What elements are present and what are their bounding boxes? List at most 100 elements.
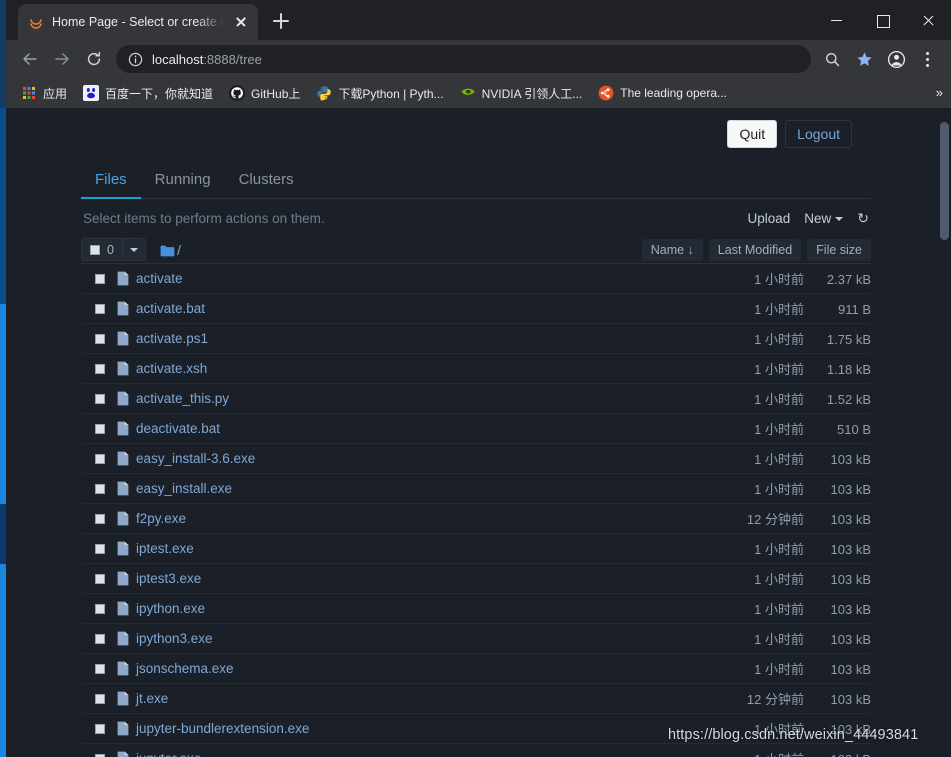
bookmark-github[interactable]: GitHub上 [222, 82, 307, 105]
table-row[interactable]: ipython3.exe 1 小时前 103 kB [81, 624, 871, 654]
file-name-link[interactable]: activate [136, 271, 183, 286]
file-name-link[interactable]: activate_this.py [136, 391, 229, 406]
table-row[interactable]: activate.bat 1 小时前 911 B [81, 294, 871, 324]
upload-button[interactable]: Upload [747, 211, 790, 226]
file-name-link[interactable]: jupyter-bundlerextension.exe [136, 721, 309, 736]
vertical-scrollbar[interactable] [937, 108, 951, 757]
row-checkbox[interactable] [95, 513, 105, 524]
file-modified: 1 小时前 [754, 392, 804, 407]
tab-files[interactable]: Files [81, 162, 141, 199]
row-checkbox[interactable] [95, 273, 105, 284]
browser-tab[interactable]: Home Page - Select or create a [18, 4, 258, 40]
column-header-file-size[interactable]: File size [807, 238, 871, 261]
minimize-icon[interactable] [813, 0, 859, 40]
scrollbar-thumb[interactable] [940, 122, 949, 240]
quit-button[interactable]: Quit [727, 120, 778, 148]
row-checkbox[interactable] [95, 333, 105, 344]
row-checkbox[interactable] [95, 393, 105, 404]
table-row[interactable]: activate_this.py 1 小时前 1.52 kB [81, 384, 871, 414]
row-checkbox[interactable] [95, 753, 105, 757]
bookmark-baidu[interactable]: 百度一下，你就知道 [76, 82, 220, 105]
file-modified: 1 小时前 [754, 632, 804, 647]
table-row[interactable]: activate 1 小时前 2.37 kB [81, 264, 871, 294]
table-row[interactable]: easy_install-3.6.exe 1 小时前 103 kB [81, 444, 871, 474]
file-size: 103 kB [830, 662, 871, 677]
row-checkbox[interactable] [95, 633, 105, 644]
table-row[interactable]: ipython.exe 1 小时前 103 kB [81, 594, 871, 624]
back-arrow-icon[interactable] [14, 43, 46, 75]
row-checkbox[interactable] [95, 453, 105, 464]
table-row[interactable]: activate.xsh 1 小时前 1.18 kB [81, 354, 871, 384]
checkbox-icon [90, 244, 100, 255]
table-row[interactable]: activate.ps1 1 小时前 1.75 kB [81, 324, 871, 354]
bookmark-python[interactable]: 下载Python | Pyth... [309, 82, 450, 105]
table-row[interactable]: iptest3.exe 1 小时前 103 kB [81, 564, 871, 594]
window-close-icon[interactable] [905, 0, 951, 40]
file-icon [117, 361, 129, 376]
reload-icon[interactable] [78, 43, 110, 75]
bookmark-apps[interactable]: 应用 [14, 82, 74, 105]
file-name-link[interactable]: jsonschema.exe [136, 661, 234, 676]
column-header-name[interactable]: Name ↓ [641, 238, 703, 261]
row-meta: 1 小时前 1.18 kB [699, 359, 871, 378]
file-name-link[interactable]: easy_install-3.6.exe [136, 451, 255, 466]
file-name-link[interactable]: jupyter.exe [136, 751, 201, 757]
table-row[interactable]: deactivate.bat 1 小时前 510 B [81, 414, 871, 444]
row-checkbox[interactable] [95, 663, 105, 674]
row-checkbox[interactable] [95, 483, 105, 494]
file-name-link[interactable]: easy_install.exe [136, 481, 232, 496]
bookmarks-overflow-button[interactable]: » [936, 84, 943, 102]
table-row[interactable]: jsonschema.exe 1 小时前 103 kB [81, 654, 871, 684]
screen: Home Page - Select or create a localhost… [0, 0, 951, 757]
logout-button[interactable]: Logout [785, 120, 852, 148]
file-name-link[interactable]: ipython.exe [136, 601, 205, 616]
row-checkbox[interactable] [95, 723, 105, 734]
row-checkbox[interactable] [95, 423, 105, 434]
table-row[interactable]: jupyter.exe 1 小时前103 kB [81, 744, 871, 757]
file-name-link[interactable]: iptest.exe [136, 541, 194, 556]
file-name-link[interactable]: activate.bat [136, 301, 205, 316]
refresh-icon[interactable]: ↻ [857, 210, 869, 227]
row-checkbox[interactable] [95, 543, 105, 554]
select-all-checkbox[interactable]: 0 [82, 243, 122, 257]
bookmark-ubuntu[interactable]: The leading opera... [591, 82, 734, 104]
row-checkbox[interactable] [95, 603, 105, 614]
maximize-icon[interactable] [859, 0, 905, 40]
search-icon[interactable] [817, 44, 847, 74]
three-dots-icon[interactable] [913, 44, 943, 74]
row-checkbox[interactable] [95, 693, 105, 704]
table-row[interactable]: f2py.exe 12 分钟前 103 kB [81, 504, 871, 534]
forward-arrow-icon[interactable] [46, 43, 78, 75]
file-icon [117, 511, 129, 526]
folder-icon[interactable] [160, 244, 175, 256]
address-bar[interactable]: localhost:8888/tree [116, 45, 811, 73]
row-meta: 1 小时前 103 kB [699, 629, 871, 648]
table-row[interactable]: iptest.exe 1 小时前 103 kB [81, 534, 871, 564]
column-headers: Name ↓ Last Modified File size [641, 238, 871, 261]
column-header-last-modified[interactable]: Last Modified [708, 238, 802, 261]
close-icon[interactable] [232, 13, 250, 31]
tab-clusters[interactable]: Clusters [225, 162, 308, 199]
file-name-link[interactable]: f2py.exe [136, 511, 186, 526]
file-name-link[interactable]: iptest3.exe [136, 571, 201, 586]
file-name-link[interactable]: jt.exe [136, 691, 168, 706]
file-name-link[interactable]: deactivate.bat [136, 421, 220, 436]
info-circle-icon[interactable] [128, 52, 143, 67]
table-row[interactable]: jt.exe 12 分钟前 103 kB [81, 684, 871, 714]
bookmark-nvidia[interactable]: NVIDIA 引领人工... [453, 82, 590, 105]
file-icon [117, 301, 129, 316]
row-checkbox[interactable] [95, 363, 105, 374]
file-name-link[interactable]: ipython3.exe [136, 631, 213, 646]
tab-running[interactable]: Running [141, 162, 225, 199]
new-dropdown-button[interactable]: New [804, 211, 844, 226]
row-checkbox[interactable] [95, 573, 105, 584]
row-checkbox[interactable] [95, 303, 105, 314]
new-tab-button[interactable] [270, 10, 292, 32]
file-name-link[interactable]: activate.xsh [136, 361, 207, 376]
file-name-link[interactable]: activate.ps1 [136, 331, 208, 346]
select-dropdown-button[interactable] [121, 239, 145, 260]
star-filled-icon[interactable] [849, 44, 879, 74]
account-circle-icon[interactable] [881, 44, 911, 74]
breadcrumb-path[interactable]: / [177, 242, 181, 258]
table-row[interactable]: easy_install.exe 1 小时前 103 kB [81, 474, 871, 504]
